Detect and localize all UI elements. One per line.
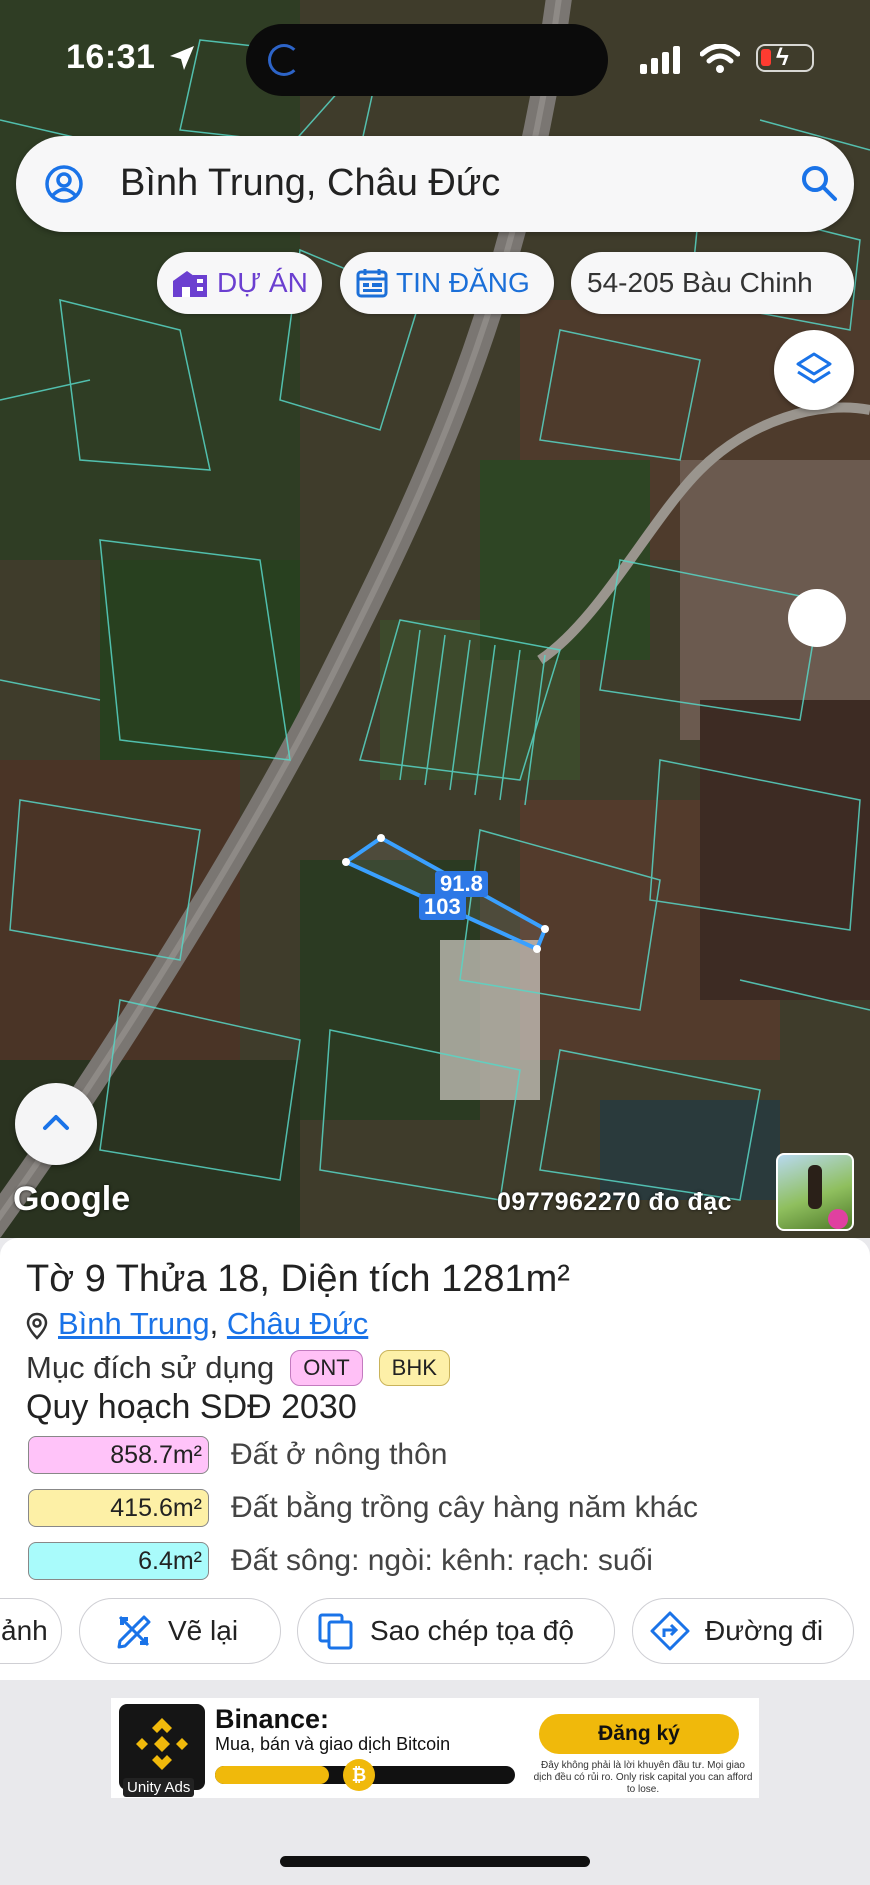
cellular-signal-icon: [640, 46, 680, 74]
parcel-location: Bình Trung, Châu Đức: [26, 1306, 368, 1342]
expand-up-button[interactable]: [15, 1083, 97, 1165]
heart-badge-icon: [828, 1209, 848, 1229]
redraw-label: Vẽ lại: [168, 1615, 239, 1646]
plan-land-type: Đất sông: ngòi: kênh: rạch: suối: [231, 1544, 653, 1577]
dynamic-island: [246, 24, 608, 96]
image-action-label: ảnh: [1, 1615, 48, 1646]
redraw-button[interactable]: Vẽ lại: [79, 1598, 281, 1664]
status-bar: 16:31 ϟ: [0, 0, 870, 120]
home-indicator[interactable]: [280, 1856, 590, 1867]
chevron-up-icon: [43, 1115, 69, 1130]
parcel-info-panel: Tờ 9 Thửa 18, Diện tích 1281m² Bình Trun…: [0, 1238, 870, 1680]
screen-recording-icon: [268, 44, 300, 76]
ad-subtitle: Mua, bán và giao dịch Bitcoin: [215, 1734, 451, 1754]
ad-signup-button[interactable]: Đăng ký: [539, 1714, 739, 1754]
projects-chip[interactable]: DỰ ÁN: [157, 252, 322, 314]
ad-brand: Binance:: [215, 1704, 330, 1734]
copy-coordinates-button[interactable]: Sao chép tọa độ: [297, 1598, 615, 1664]
layers-icon: [796, 352, 832, 384]
advertiser-thumbnail[interactable]: [776, 1153, 854, 1231]
plan-area-value: 415.6m²: [28, 1489, 209, 1527]
address-chip[interactable]: 54-205 Bàu Chinh: [571, 252, 854, 314]
battery-icon: ϟ: [756, 44, 814, 72]
status-time: 16:31: [66, 38, 156, 76]
ward-link[interactable]: Bình Trung: [58, 1306, 210, 1341]
binance-logo-icon: [136, 1718, 188, 1770]
measure-label: 103: [419, 894, 466, 920]
ad-slider-fill: [215, 1766, 329, 1784]
battery-level: [761, 49, 771, 66]
plan-title: Quy hoạch SDĐ 2030: [26, 1388, 357, 1426]
directions-label: Đường đi: [705, 1615, 824, 1646]
google-attribution: Google: [13, 1180, 131, 1218]
binance-logo: Unity Ads: [119, 1704, 205, 1797]
plan-land-type: Đất bằng trồng cây hàng năm khác: [231, 1491, 698, 1524]
floating-assistive-button[interactable]: [788, 589, 846, 647]
ad-network-label: Unity Ads: [123, 1778, 195, 1797]
map-layers-button[interactable]: [774, 330, 854, 410]
location-arrow-icon: [170, 46, 194, 70]
thumbnail-person: [808, 1165, 822, 1209]
plan-row: 858.7m² Đất ở nông thôn: [28, 1436, 448, 1474]
purpose-tag-bhk: BHK: [378, 1350, 450, 1386]
purpose-tag-ont: ONT: [290, 1350, 363, 1386]
ad-banner[interactable]: Unity Ads Binance: Mua, bán và giao dịch…: [111, 1698, 759, 1798]
building-icon: [173, 271, 207, 297]
search-icon[interactable]: [800, 164, 838, 202]
search-input[interactable]: Bình Trung, Châu Đức: [120, 162, 500, 205]
plan-land-type: Đất ở nông thôn: [231, 1438, 448, 1471]
image-action-button[interactable]: ảnh: [0, 1598, 62, 1664]
listings-chip-label: TIN ĐĂNG: [396, 267, 530, 298]
ad-disclaimer: Đây không phải là lời khuyên đầu tư. Mọi…: [533, 1760, 753, 1795]
calendar-icon: [356, 269, 388, 298]
search-bar[interactable]: Bình Trung, Châu Đức: [16, 136, 854, 232]
user-account-icon[interactable]: [44, 164, 84, 204]
projects-chip-label: DỰ ÁN: [217, 267, 308, 298]
directions-icon: [650, 1611, 690, 1651]
copy-coordinates-label: Sao chép tọa độ: [370, 1615, 574, 1646]
plan-row: 415.6m² Đất bằng trồng cây hàng năm khác: [28, 1489, 698, 1527]
charging-bolt-icon: ϟ: [776, 44, 789, 71]
plan-row: 6.4m² Đất sông: ngòi: kênh: rạch: suối: [28, 1542, 653, 1580]
address-chip-label: 54-205 Bàu Chinh: [587, 267, 813, 298]
draw-tools-icon: [117, 1615, 151, 1649]
copy-icon: [318, 1613, 353, 1650]
parcel-title: Tờ 9 Thửa 18, Diện tích 1281m²: [26, 1258, 570, 1300]
district-link[interactable]: Châu Đức: [227, 1306, 368, 1341]
purpose-label: Mục đích sử dụng: [26, 1350, 275, 1385]
plan-area-value: 6.4m²: [28, 1542, 209, 1580]
land-use-purpose: Mục đích sử dụng ONT BHK: [26, 1350, 450, 1386]
ad-slider-track[interactable]: ₿: [215, 1759, 515, 1791]
listings-chip[interactable]: TIN ĐĂNG: [340, 252, 554, 314]
bitcoin-icon[interactable]: ₿: [343, 1759, 375, 1791]
wifi-icon: [700, 44, 740, 73]
location-pin-icon: [26, 1312, 48, 1340]
location-separator: ,: [209, 1306, 219, 1341]
map-view[interactable]: 91.8 103 16:31 ϟ Bình Trung, Châu Đức DỰ…: [0, 0, 870, 1238]
plan-area-value: 858.7m²: [28, 1436, 209, 1474]
action-bar: ảnh Vẽ lại Sao chép tọa độ Đường đi: [0, 1598, 870, 1664]
survey-credit-text: 0977962270 đo đạc: [497, 1188, 733, 1216]
directions-button[interactable]: Đường đi: [632, 1598, 854, 1664]
